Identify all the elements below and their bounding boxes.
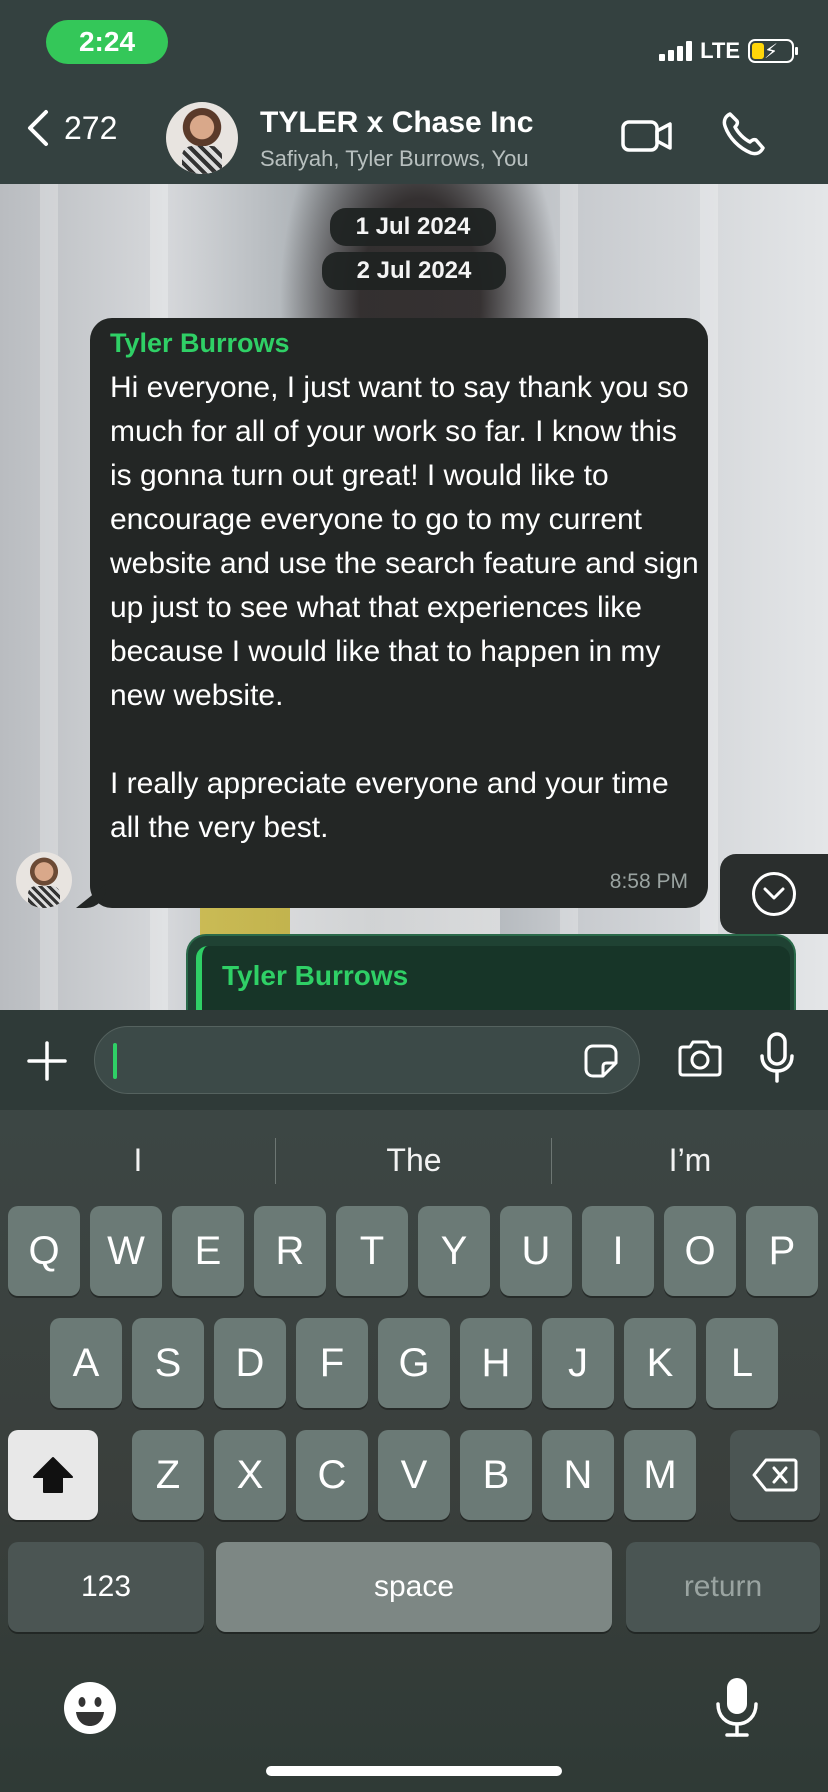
chat-members[interactable]: Safiyah, Tyler Burrows, You <box>260 146 529 172</box>
key-b[interactable]: B <box>460 1430 532 1520</box>
quoted-sender: Tyler Burrows <box>222 960 409 991</box>
keyboard: I The I’m Q W E R T Y U I O P A S D F G … <box>0 1110 828 1792</box>
back-button[interactable]: 272 <box>24 108 117 148</box>
key-p[interactable]: P <box>746 1206 818 1296</box>
key-n[interactable]: N <box>542 1430 614 1520</box>
key-v[interactable]: V <box>378 1430 450 1520</box>
numbers-key[interactable]: 123 <box>8 1542 204 1632</box>
message-time: 8:58 PM <box>609 870 688 893</box>
key-i[interactable]: I <box>582 1206 654 1296</box>
sticker-icon[interactable] <box>583 1043 619 1079</box>
plus-icon[interactable] <box>26 1040 68 1082</box>
network-type: LTE <box>700 38 740 63</box>
suggestion-3[interactable]: I’m <box>552 1120 828 1200</box>
suggestion-2[interactable]: The <box>276 1120 552 1200</box>
text-caret <box>113 1043 117 1079</box>
camera-icon[interactable] <box>676 1038 724 1078</box>
video-call-icon[interactable] <box>620 114 674 158</box>
emoji-icon[interactable] <box>62 1680 118 1736</box>
key-h[interactable]: H <box>460 1318 532 1408</box>
key-c[interactable]: C <box>296 1430 368 1520</box>
key-d[interactable]: D <box>214 1318 286 1408</box>
key-f[interactable]: F <box>296 1318 368 1408</box>
key-l[interactable]: L <box>706 1318 778 1408</box>
sender-avatar[interactable] <box>16 852 72 908</box>
composer-bar <box>0 1010 828 1110</box>
key-k[interactable]: K <box>624 1318 696 1408</box>
key-s[interactable]: S <box>132 1318 204 1408</box>
backspace-icon <box>752 1458 798 1492</box>
chat-header: 272 TYLER x Chase Inc Safiyah, Tyler Bur… <box>0 90 828 184</box>
unread-count: 272 <box>64 109 118 146</box>
chat-title[interactable]: TYLER x Chase Inc <box>260 106 533 140</box>
delete-key[interactable] <box>730 1430 820 1520</box>
key-w[interactable]: W <box>90 1206 162 1296</box>
message-input[interactable] <box>94 1026 640 1094</box>
chevron-left-icon <box>28 110 48 146</box>
battery-icon: ⚡ <box>748 39 798 63</box>
group-avatar[interactable] <box>166 102 238 174</box>
chevron-down-icon <box>763 887 785 900</box>
quoted-message[interactable]: Tyler Burrows <box>196 946 790 1016</box>
return-key[interactable]: return <box>626 1542 820 1632</box>
key-x[interactable]: X <box>214 1430 286 1520</box>
status-time[interactable]: 2:24 <box>46 20 168 64</box>
key-e[interactable]: E <box>172 1206 244 1296</box>
status-bar: 2:24 LTE ⚡ <box>0 0 828 90</box>
key-y[interactable]: Y <box>418 1206 490 1296</box>
message-sender[interactable]: Tyler Burrows <box>110 328 290 359</box>
date-chip: 2 Jul 2024 <box>322 252 506 290</box>
message-bubble[interactable]: Tyler Burrows Hi everyone, I just want t… <box>90 318 708 908</box>
home-indicator[interactable] <box>266 1766 562 1776</box>
shift-icon <box>33 1457 73 1493</box>
signal-icon <box>659 41 693 61</box>
key-z[interactable]: Z <box>132 1430 204 1520</box>
key-q[interactable]: Q <box>8 1206 80 1296</box>
reply-message-bubble[interactable]: Tyler Burrows <box>186 934 796 1016</box>
space-key[interactable]: space <box>216 1542 612 1632</box>
key-u[interactable]: U <box>500 1206 572 1296</box>
date-chip: 1 Jul 2024 <box>330 208 496 246</box>
dictation-icon[interactable] <box>714 1676 760 1738</box>
key-m[interactable]: M <box>624 1430 696 1520</box>
key-g[interactable]: G <box>378 1318 450 1408</box>
key-j[interactable]: J <box>542 1318 614 1408</box>
scroll-to-bottom-button[interactable] <box>720 854 828 934</box>
suggestion-1[interactable]: I <box>0 1120 276 1200</box>
key-o[interactable]: O <box>664 1206 736 1296</box>
predictive-bar: I The I’m <box>0 1120 828 1200</box>
phone-call-icon[interactable] <box>720 110 766 158</box>
key-t[interactable]: T <box>336 1206 408 1296</box>
key-r[interactable]: R <box>254 1206 326 1296</box>
message-text: Hi everyone, I just want to say thank yo… <box>110 371 699 844</box>
shift-key[interactable] <box>8 1430 98 1520</box>
key-a[interactable]: A <box>50 1318 122 1408</box>
microphone-icon[interactable] <box>758 1032 796 1084</box>
